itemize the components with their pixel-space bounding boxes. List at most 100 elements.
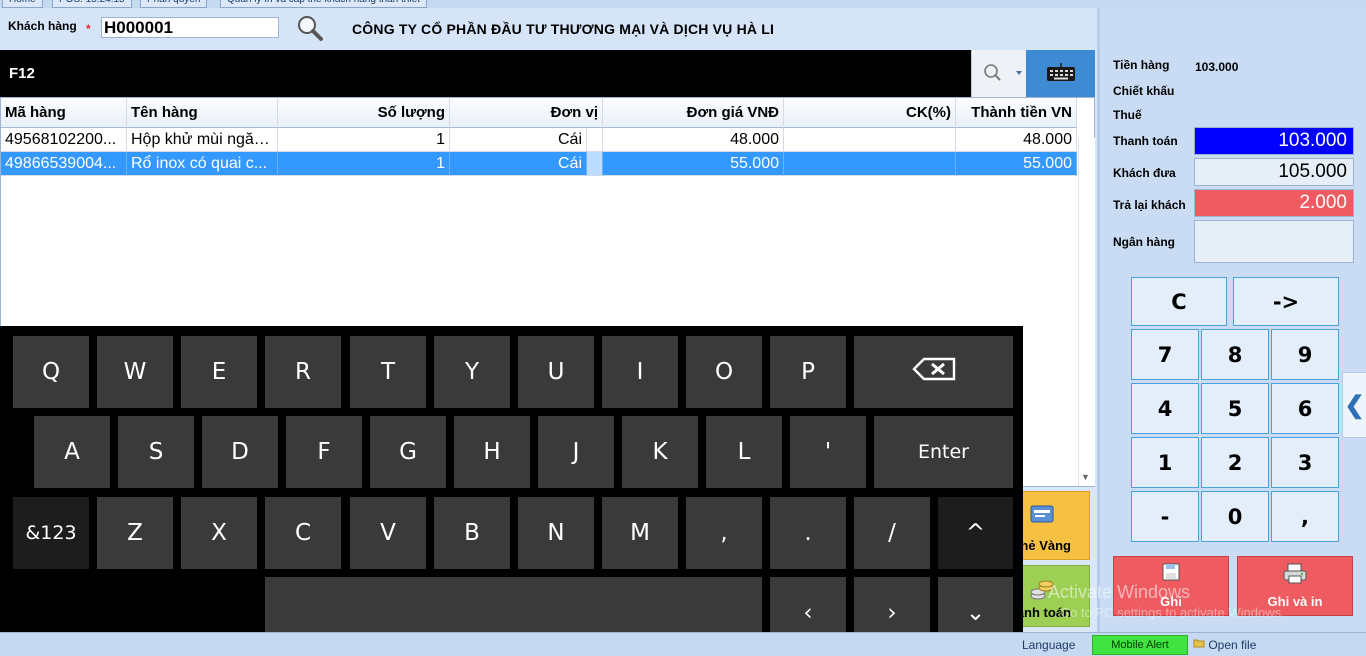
scroll-down-icon[interactable]: ▼ [1081, 472, 1090, 482]
key-r[interactable]: R [265, 336, 341, 408]
numpad-arrow[interactable]: -> [1233, 277, 1339, 326]
tab-strip: Home POS: 15:24:15 Phân quyền Quản lý In… [0, 0, 1100, 8]
save-label: Ghi [1160, 594, 1182, 609]
col-total[interactable]: Thành tiền VN [956, 98, 1077, 128]
customer-bar: Khách hàng * CÔNG TY CỔ PHẦN ĐẦU TƯ THƯƠ… [0, 8, 1097, 50]
row-qty[interactable]: 1 [278, 128, 450, 152]
key-b[interactable]: B [434, 497, 510, 569]
card-icon [1029, 502, 1057, 531]
key-c[interactable]: C [265, 497, 341, 569]
shift-key[interactable]: ^ [938, 497, 1013, 569]
bank-label: Ngân hàng [1113, 235, 1175, 249]
backspace-key[interactable] [854, 336, 1013, 408]
key-e[interactable]: E [181, 336, 257, 408]
key-comma[interactable]: , [686, 497, 762, 569]
save-print-button[interactable]: Ghi và in [1237, 556, 1353, 616]
row-unit: Cái [450, 152, 587, 176]
unit-dropdown[interactable] [587, 152, 603, 176]
row-qty[interactable]: 1 [278, 152, 450, 176]
row-discount[interactable] [784, 128, 956, 152]
barcode-search-button[interactable] [971, 50, 1026, 97]
numpad-4[interactable]: 4 [1131, 383, 1199, 434]
key-k[interactable]: K [622, 416, 698, 488]
numpad-2[interactable]: 2 [1201, 437, 1269, 488]
numpad-0[interactable]: 0 [1201, 491, 1269, 542]
numpad-6[interactable]: 6 [1271, 383, 1339, 434]
key-w[interactable]: W [97, 336, 173, 408]
key-h[interactable]: H [454, 416, 530, 488]
gold-card-label: hẻ Vàng [1020, 538, 1071, 553]
folder-icon [1193, 638, 1208, 652]
subtotal-label: Tiền hàng [1113, 58, 1170, 72]
numpad-1[interactable]: 1 [1131, 437, 1199, 488]
col-price[interactable]: Đơn giá VNĐ [603, 98, 784, 128]
keyboard-toggle-button[interactable] [1026, 50, 1095, 97]
key-slash[interactable]: / [854, 497, 930, 569]
key-period[interactable]: . [770, 497, 846, 569]
key-f[interactable]: F [286, 416, 362, 488]
numpad-clear[interactable]: C [1131, 277, 1227, 326]
barcode-input[interactable] [0, 50, 971, 97]
numpad-9[interactable]: 9 [1271, 329, 1339, 380]
key-g[interactable]: G [370, 416, 446, 488]
key-d[interactable]: D [202, 416, 278, 488]
numbers-key[interactable]: &123 [13, 497, 89, 569]
key-v[interactable]: V [350, 497, 426, 569]
change-value: 2.000 [1194, 189, 1354, 217]
row-code: 49866539004... [1, 152, 127, 176]
key-p[interactable]: P [770, 336, 846, 408]
table-row[interactable]: 49568102200... Hộp khử mùi ngăn... 1 Cái… [1, 128, 1077, 152]
key-q[interactable]: Q [13, 336, 89, 408]
coins-icon [1029, 576, 1055, 605]
col-unit[interactable]: Đơn vị [450, 98, 603, 128]
tab-loyalty-cards[interactable]: Quản lý In và cấp thẻ khách hàng thân th… [220, 0, 427, 8]
open-file-link[interactable]: Open file [1193, 637, 1256, 652]
key-o[interactable]: O [686, 336, 762, 408]
key-n[interactable]: N [518, 497, 594, 569]
customer-search-icon[interactable] [296, 14, 324, 42]
numpad-comma[interactable]: , [1271, 491, 1339, 542]
key-l[interactable]: L [706, 416, 782, 488]
tab-pos[interactable]: POS: 15:24:15 [52, 0, 132, 8]
key-i[interactable]: I [602, 336, 678, 408]
tab-permissions[interactable]: Phân quyền [140, 0, 208, 8]
col-code[interactable]: Mã hàng [1, 98, 127, 128]
key-y[interactable]: Y [434, 336, 510, 408]
key-u[interactable]: U [518, 336, 594, 408]
bank-field[interactable] [1194, 220, 1354, 263]
key-a[interactable]: A [34, 416, 110, 488]
numpad-5[interactable]: 5 [1201, 383, 1269, 434]
key-j[interactable]: J [538, 416, 614, 488]
collapse-panel-button[interactable]: ❮ [1342, 372, 1366, 438]
col-discount[interactable]: CK(%) [784, 98, 956, 128]
unit-dropdown[interactable] [587, 128, 603, 152]
row-total: 55.000 [956, 152, 1077, 176]
key-m[interactable]: M [602, 497, 678, 569]
key-s[interactable]: S [118, 416, 194, 488]
status-bar: Language Mobile Alert Open file [0, 632, 1366, 656]
keyboard-icon [1046, 62, 1076, 85]
mobile-alert-button[interactable]: Mobile Alert [1092, 635, 1188, 655]
required-mark: * [86, 22, 91, 36]
table-row[interactable]: 49866539004... Rổ inox có quai c... 1 Cá… [1, 152, 1077, 176]
enter-key[interactable]: Enter [874, 416, 1013, 488]
tab-home[interactable]: Home [2, 0, 43, 8]
row-discount[interactable] [784, 152, 956, 176]
numpad-minus[interactable]: - [1131, 491, 1199, 542]
paid-input[interactable]: 105.000 [1194, 158, 1354, 186]
key-t[interactable]: T [350, 336, 426, 408]
col-qty[interactable]: Số lượng [278, 98, 450, 128]
col-name[interactable]: Tên hàng [127, 98, 278, 128]
numpad-7[interactable]: 7 [1131, 329, 1199, 380]
save-button[interactable]: Ghi [1113, 556, 1229, 616]
row-price: 48.000 [603, 128, 784, 152]
grid-scrollbar[interactable]: ▼ [1078, 138, 1095, 486]
key-x[interactable]: X [181, 497, 257, 569]
key-z[interactable]: Z [97, 497, 173, 569]
customer-code-input[interactable] [101, 17, 279, 38]
key-apostrophe[interactable]: ' [790, 416, 866, 488]
numpad-8[interactable]: 8 [1201, 329, 1269, 380]
language-menu[interactable]: Language [1022, 638, 1075, 652]
payment-panel: Tiền hàng 103.000 Chiết khấu Thuế Thanh … [1097, 8, 1366, 632]
numpad-3[interactable]: 3 [1271, 437, 1339, 488]
